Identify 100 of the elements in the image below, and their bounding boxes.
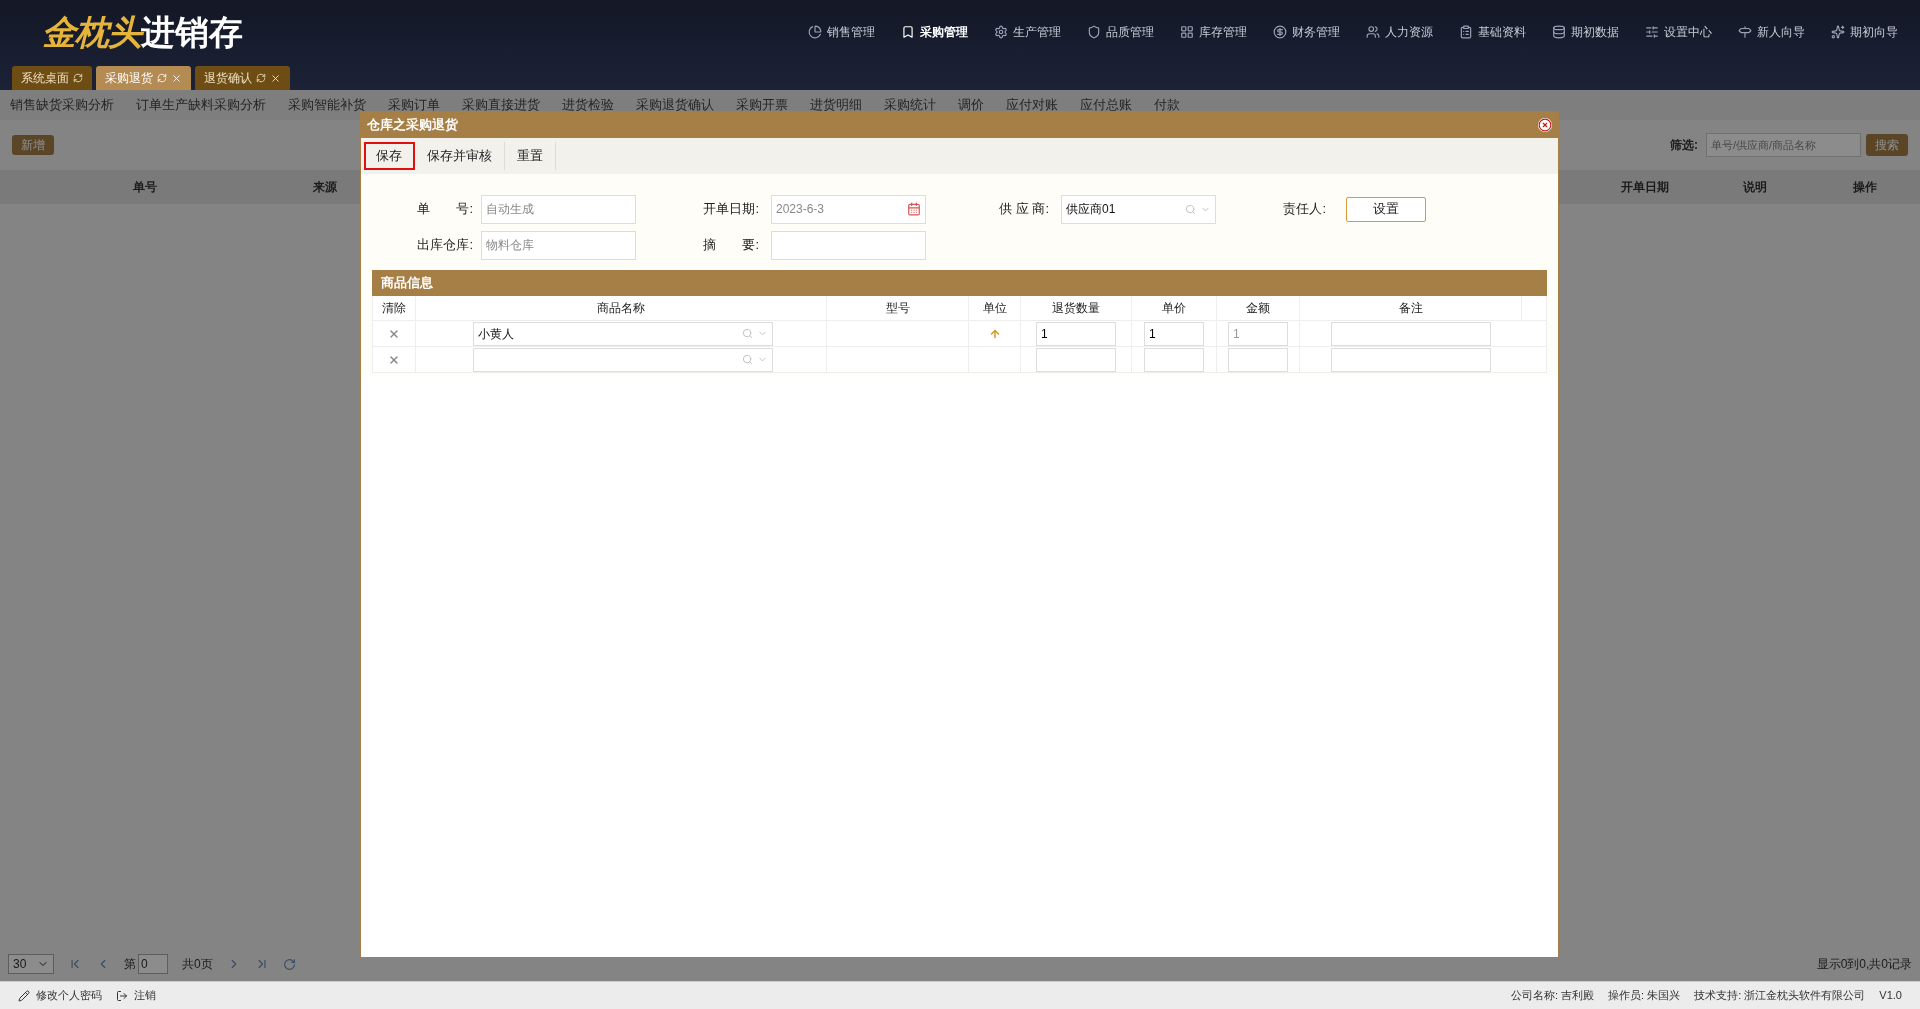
number-field[interactable]: 自动生成 [481, 194, 636, 224]
subnav-link[interactable]: 进货明细 [810, 95, 862, 115]
set-owner-button[interactable]: 设置 [1346, 196, 1426, 222]
search-icon[interactable] [1185, 203, 1196, 215]
quantity-field[interactable]: 1 [1036, 321, 1116, 346]
subnav-link[interactable]: 调价 [958, 95, 984, 115]
column-header: 开单日期 [1620, 179, 1670, 196]
column-header: 操作 [1852, 179, 1878, 196]
field-label: 出库仓库: [416, 236, 474, 255]
column-header: 说明 [1742, 179, 1768, 196]
logout-icon [116, 989, 128, 1002]
pencil-icon [18, 989, 30, 1002]
nav-item[interactable]: 品质管理 [1087, 23, 1154, 41]
date-field[interactable]: 2023-6-3 [771, 194, 926, 224]
nav-item[interactable]: 生产管理 [994, 23, 1061, 41]
clear-icon[interactable] [388, 353, 400, 366]
users-icon [1366, 25, 1380, 39]
nav-item[interactable]: 销售管理 [808, 23, 875, 41]
refresh-icon[interactable] [256, 73, 266, 83]
refresh-icon[interactable] [157, 73, 167, 83]
subnav-link[interactable]: 采购智能补货 [288, 95, 366, 115]
price-field[interactable]: 1 [1144, 321, 1204, 346]
operator-name: 操作员: 朱国兴 [1608, 988, 1681, 1004]
remark-field[interactable] [1331, 347, 1491, 372]
subnav-link[interactable]: 采购直接进货 [462, 95, 540, 115]
section-title: 商品信息 [381, 274, 433, 293]
subnav-link[interactable]: 付款 [1154, 95, 1180, 115]
quantity-field[interactable] [1036, 347, 1116, 372]
bookmark-icon [901, 25, 915, 39]
toolbar-button[interactable]: 重置 [505, 142, 556, 170]
page-tab[interactable]: 系统桌面 [12, 66, 92, 90]
nav-item[interactable]: 库存管理 [1180, 23, 1247, 41]
nav-item[interactable]: 基础资料 [1459, 23, 1526, 41]
clear-icon[interactable] [388, 327, 400, 340]
gear-icon [994, 25, 1008, 39]
search-icon[interactable] [742, 328, 753, 339]
supplier-field[interactable]: 供应商01 [1061, 194, 1216, 224]
nav-item[interactable]: 新人向导 [1738, 23, 1805, 41]
subnav-link[interactable]: 采购开票 [736, 95, 788, 115]
sliders-icon [1645, 25, 1659, 39]
field-label: 摘 要: [702, 236, 760, 255]
product-field[interactable]: 小黄人 [473, 321, 773, 346]
column-header: 商品名称 [416, 296, 827, 320]
nav-item[interactable]: 人力资源 [1366, 23, 1433, 41]
nav-item[interactable]: 期初数据 [1552, 23, 1619, 41]
signpost-icon [1738, 25, 1752, 39]
subnav-link[interactable]: 应付对账 [1006, 95, 1058, 115]
subnav-link[interactable]: 销售缺货采购分析 [10, 95, 114, 115]
change-password-link[interactable]: 修改个人密码 [18, 987, 102, 1004]
filter-field[interactable]: 单号/供应商/商品名称 [1706, 133, 1861, 157]
first-page-icon[interactable] [68, 957, 82, 971]
grid-icon [1180, 25, 1194, 39]
database-icon [1552, 25, 1566, 39]
dialog-title: 仓库之采购退货 [367, 116, 458, 135]
price-field[interactable] [1144, 347, 1204, 372]
nav-item[interactable]: 财务管理 [1273, 23, 1340, 41]
page-label: 第 [124, 956, 136, 973]
remark-field[interactable] [1331, 321, 1491, 346]
subnav-link[interactable]: 采购退货确认 [636, 95, 714, 115]
close-icon[interactable] [270, 72, 281, 84]
subnav-link[interactable]: 应付总账 [1080, 95, 1132, 115]
subnav-link[interactable]: 进货检验 [562, 95, 614, 115]
column-header: 单价 [1132, 296, 1217, 320]
toolbar-button[interactable]: 保存并审核 [415, 142, 505, 170]
page-tab[interactable]: 退货确认 [195, 66, 290, 90]
page-size-select[interactable]: 30 [8, 954, 54, 974]
product-field[interactable] [473, 347, 773, 372]
close-icon[interactable] [1538, 118, 1552, 132]
column-header: 型号 [827, 296, 969, 320]
calendar-icon[interactable] [907, 202, 921, 216]
memo-field[interactable] [771, 230, 926, 260]
subnav-link[interactable]: 采购订单 [388, 95, 440, 115]
total-pages: 共0页 [182, 956, 213, 973]
pie-chart-icon [808, 25, 822, 39]
refresh-icon[interactable] [73, 73, 83, 83]
close-icon[interactable] [171, 72, 182, 84]
column-header: 单位 [969, 296, 1021, 320]
subnav-link[interactable]: 订单生产缺料采购分析 [136, 95, 266, 115]
column-header: 清除 [373, 296, 416, 320]
field-label: 供 应 商: [998, 200, 1050, 219]
subnav-link[interactable]: 采购统计 [884, 95, 936, 115]
warehouse-field[interactable]: 物料仓库 [481, 230, 636, 260]
nav-item[interactable]: 采购管理 [901, 23, 968, 41]
page-field[interactable]: 0 [138, 954, 168, 974]
sparkle-icon [1831, 25, 1845, 39]
toolbar-button[interactable]: 保存 [364, 142, 415, 170]
shield-icon [1087, 25, 1101, 39]
field-label: 责任人: [1282, 200, 1327, 219]
logo-brand: 金枕头 [42, 11, 142, 53]
search-icon[interactable] [742, 354, 753, 365]
nav-item[interactable]: 设置中心 [1645, 23, 1712, 41]
version-label: V1.0 [1879, 988, 1902, 1004]
amount-field[interactable] [1228, 347, 1288, 372]
logout-link[interactable]: 注销 [116, 987, 156, 1004]
arrow-up-icon[interactable] [988, 327, 1001, 340]
company-name: 公司名称: 吉利殿 [1511, 988, 1595, 1004]
refresh-icon[interactable] [282, 957, 296, 971]
clipboard-icon [1459, 25, 1473, 39]
field-label: 开单日期: [702, 200, 760, 219]
nav-item[interactable]: 期初向导 [1831, 23, 1898, 41]
